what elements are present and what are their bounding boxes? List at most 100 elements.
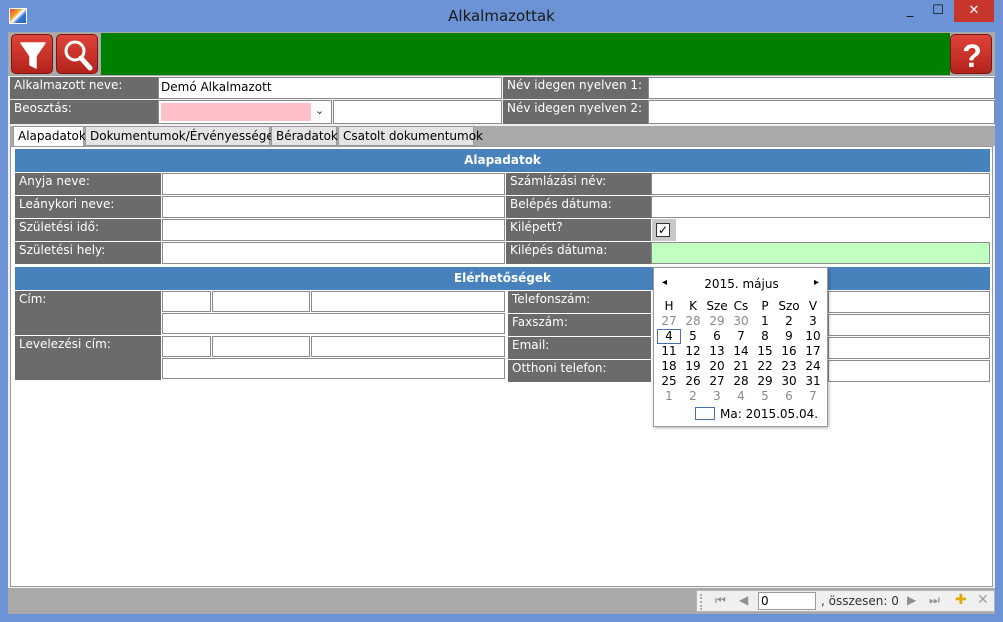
calendar-day[interactable]: 29	[705, 314, 729, 329]
last-record-icon[interactable]: ⏭	[929, 593, 940, 608]
magnifier-icon	[64, 40, 93, 71]
calendar-day[interactable]: 17	[801, 344, 825, 359]
calendar-day[interactable]: 28	[681, 314, 705, 329]
calendar-day[interactable]: 10	[801, 329, 825, 344]
employee-name-input[interactable]: Demó Alkalmazott	[158, 77, 502, 99]
calendar-day[interactable]: 30	[777, 374, 801, 389]
position-label: Beosztás:	[10, 100, 158, 124]
record-count-label: , összesen: 0	[821, 594, 899, 608]
calendar-weekday-header: P	[761, 299, 769, 313]
calendar-day[interactable]: 14	[729, 344, 753, 359]
calendar-day[interactable]: 27	[657, 314, 681, 329]
position-select[interactable]: ⌄	[158, 100, 332, 124]
tab-csatolt-dokumentumok[interactable]: Csatolt dokumentumok	[338, 126, 483, 146]
calendar-day[interactable]: 7	[729, 329, 753, 344]
billing-name-input[interactable]	[651, 173, 990, 195]
phone-input[interactable]	[828, 291, 990, 313]
minimize-button[interactable]: _	[897, 0, 923, 22]
billing-name-label: Számlázási név:	[506, 173, 651, 195]
calendar-grid: H K Sze Cs P Szo V 27 28 29 30 1 2 3 4 5 6 7 8 9 10 11 12 13 14 1…	[657, 299, 825, 407]
address-line2-input[interactable]	[162, 313, 505, 334]
calendar-day-today[interactable]: 4	[657, 329, 681, 344]
calendar-day[interactable]: 18	[657, 359, 681, 374]
record-position-input[interactable]: 0	[758, 592, 816, 610]
toolbar: ?	[8, 32, 995, 76]
calendar-day[interactable]: 2	[777, 314, 801, 329]
calendar-day[interactable]: 20	[705, 359, 729, 374]
calendar-day[interactable]: 21	[729, 359, 753, 374]
calendar-day[interactable]: 19	[681, 359, 705, 374]
calendar-day[interactable]: 24	[801, 359, 825, 374]
calendar-day[interactable]: 16	[777, 344, 801, 359]
tab-dokumentumok[interactable]: Dokumentumok/Érvényességek	[85, 126, 281, 146]
email-input[interactable]	[828, 337, 990, 359]
left-company-checkbox[interactable]: ✓	[656, 223, 670, 237]
birth-date-input[interactable]	[162, 219, 505, 241]
mail-line2-input[interactable]	[162, 358, 505, 379]
calendar-day[interactable]: 6	[705, 329, 729, 344]
mother-name-input[interactable]	[162, 173, 505, 195]
calendar-day[interactable]: 30	[729, 314, 753, 329]
home-phone-input[interactable]	[828, 360, 990, 382]
search-button[interactable]	[56, 34, 98, 74]
mail-street-input[interactable]	[311, 336, 505, 357]
calendar-day[interactable]: 4	[729, 389, 753, 404]
delete-record-icon[interactable]: ✕	[977, 592, 989, 608]
previous-record-icon[interactable]: ◀	[739, 593, 748, 607]
calendar-day[interactable]: 11	[657, 344, 681, 359]
exit-date-input[interactable]	[651, 242, 990, 264]
calendar-day[interactable]: 25	[657, 374, 681, 389]
mail-zip-input[interactable]	[162, 336, 211, 357]
calendar-day[interactable]: 27	[705, 374, 729, 389]
calendar-day[interactable]: 22	[753, 359, 777, 374]
calendar-day[interactable]: 15	[753, 344, 777, 359]
calendar-day[interactable]: 26	[681, 374, 705, 389]
calendar-day[interactable]: 3	[705, 389, 729, 404]
mother-name-label: Anyja neve:	[15, 173, 161, 195]
calendar-day[interactable]: 29	[753, 374, 777, 389]
add-record-icon[interactable]: ✚	[955, 592, 967, 608]
calendar-day[interactable]: 5	[681, 329, 705, 344]
calendar-day[interactable]: 2	[681, 389, 705, 404]
calendar-weekday-header: V	[808, 299, 818, 313]
address-street-input[interactable]	[311, 291, 505, 312]
status-banner	[101, 33, 950, 75]
foreign-name-1-input[interactable]	[648, 77, 995, 99]
calendar-day[interactable]: 6	[777, 389, 801, 404]
mail-city-input[interactable]	[212, 336, 310, 357]
calendar-today-link[interactable]: Ma: 2015.05.04.	[720, 407, 818, 421]
entry-date-input[interactable]	[651, 196, 990, 218]
calendar-day[interactable]: 1	[753, 314, 777, 329]
calendar-day[interactable]: 1	[657, 389, 681, 404]
maiden-name-input[interactable]	[162, 196, 505, 218]
fax-input[interactable]	[828, 314, 990, 336]
calendar-day[interactable]: 9	[777, 329, 801, 344]
next-record-icon[interactable]: ▶	[907, 593, 916, 607]
calendar-month-title: 2015. május	[704, 277, 779, 291]
close-button[interactable]: ✕	[954, 0, 994, 22]
address-city-input[interactable]	[212, 291, 310, 312]
svg-text:?: ?	[962, 38, 982, 74]
position-select-value	[161, 103, 311, 121]
contact-section-header: Elérhetőségek	[15, 267, 990, 290]
calendar-day[interactable]: 5	[753, 389, 777, 404]
calendar-day[interactable]: 3	[801, 314, 825, 329]
calendar-day[interactable]: 31	[801, 374, 825, 389]
maximize-button[interactable]: ☐	[925, 0, 951, 22]
calendar-day[interactable]: 7	[801, 389, 825, 404]
foreign-name-2-input[interactable]	[648, 100, 995, 124]
address-zip-input[interactable]	[162, 291, 211, 312]
calendar-day[interactable]: 23	[777, 359, 801, 374]
calendar-day[interactable]: 13	[705, 344, 729, 359]
birth-place-input[interactable]	[162, 242, 505, 264]
calendar-day[interactable]: 12	[681, 344, 705, 359]
first-record-icon[interactable]: ⏮	[715, 593, 726, 608]
tab-beradatok[interactable]: Béradatok	[271, 126, 338, 146]
calendar-day[interactable]: 8	[753, 329, 777, 344]
tab-alapadatok[interactable]: Alapadatok	[13, 126, 86, 147]
calendar-next-month-icon[interactable]: ▸	[814, 277, 819, 288]
position-extra-input[interactable]	[333, 100, 502, 124]
filter-button[interactable]	[11, 34, 53, 74]
help-button[interactable]: ?	[950, 34, 992, 74]
calendar-day[interactable]: 28	[729, 374, 753, 389]
